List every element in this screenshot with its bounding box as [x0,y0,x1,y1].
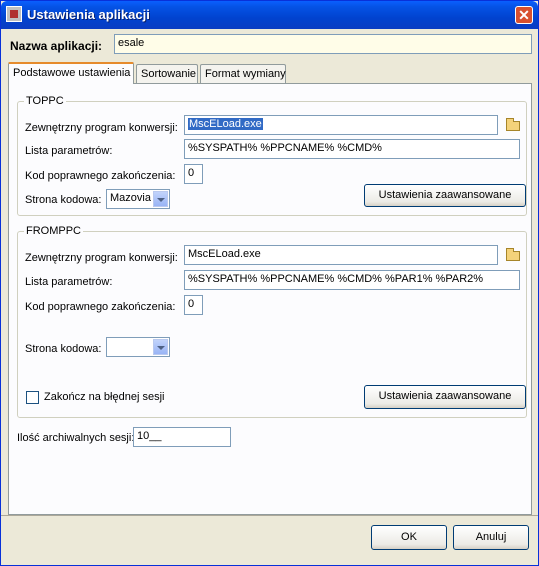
fromppc-checkbox-label[interactable]: Zakończ na błędnej sesji [44,391,164,403]
toppc-converter-label: Zewnętrzny program konwersji: [25,122,178,134]
fromppc-params-label: Lista parametrów: [25,276,113,288]
fromppc-group: FROMPPC Zewnętrzny program konwersji: Ms… [17,225,527,418]
toppc-exitcode-label: Kod poprawnego zakończenia: [25,170,176,182]
tab-exchange-format[interactable]: Format wymiany [200,64,286,83]
tab-label: Podstawowe ustawienia [13,67,131,79]
tab-label: Format wymiany [205,68,286,80]
fromppc-advanced-button[interactable]: Ustawienia zaawansowane [364,385,526,409]
fromppc-exitcode-field[interactable]: 0 [184,295,203,315]
tab-panel-basic: TOPPC Zewnętrzny program konwersji: MscE… [8,83,532,515]
tab-basic-settings[interactable]: Podstawowe ustawienia [8,62,134,84]
toppc-params-field[interactable]: %SYSPATH% %PPCNAME% %CMD% [184,139,520,159]
app-name-label: Nazwa aplikacji: [10,39,103,53]
archive-sessions-label: Ilość archiwalnych sesji: [17,432,135,444]
app-icon [6,6,22,22]
fromppc-exitcode-label: Kod poprawnego zakończenia: [25,301,176,313]
tab-sorting[interactable]: Sortowanie [136,64,198,83]
fromppc-converter-label: Zewnętrzny program konwersji: [25,252,178,264]
toppc-converter-field[interactable]: MscELoad.exe [184,115,498,135]
toppc-codepage-label: Strona kodowa: [25,194,102,206]
folder-open-icon[interactable] [506,248,520,261]
dialog-window: Ustawienia aplikacji ✕ Nazwa aplikacji: … [0,0,539,566]
fromppc-stop-on-error-checkbox[interactable] [26,391,39,404]
toppc-group-title: TOPPC [24,95,66,107]
toppc-advanced-button[interactable]: Ustawienia zaawansowane [364,184,526,207]
fromppc-params-field[interactable]: %SYSPATH% %PPCNAME% %CMD% %PAR1% %PAR2% [184,270,520,290]
toppc-params-label: Lista parametrów: [25,145,113,157]
fromppc-converter-field[interactable]: MscELoad.exe [184,245,498,265]
toppc-converter-value: MscELoad.exe [188,118,263,130]
toppc-group: TOPPC Zewnętrzny program konwersji: MscE… [17,95,527,216]
cancel-button[interactable]: Anuluj [453,525,529,550]
folder-open-icon[interactable] [506,118,520,131]
window-title: Ustawienia aplikacji [27,7,150,22]
chevron-down-icon[interactable] [153,339,168,355]
chevron-down-icon[interactable] [153,191,168,207]
ok-button[interactable]: OK [371,525,447,550]
close-button[interactable]: ✕ [515,6,533,24]
toppc-exitcode-field[interactable]: 0 [184,164,203,184]
app-name-field[interactable]: esale [114,34,532,54]
tab-label: Sortowanie [141,68,197,80]
toppc-codepage-select[interactable]: Mazovia [106,189,170,209]
toppc-codepage-value: Mazovia [110,192,151,204]
footer-divider [1,515,538,516]
title-bar[interactable]: Ustawienia aplikacji ✕ [1,1,538,29]
fromppc-group-title: FROMPPC [24,225,83,237]
archive-sessions-field[interactable]: 10__ [133,427,231,447]
fromppc-codepage-label: Strona kodowa: [25,343,102,355]
fromppc-codepage-select[interactable] [106,337,170,357]
